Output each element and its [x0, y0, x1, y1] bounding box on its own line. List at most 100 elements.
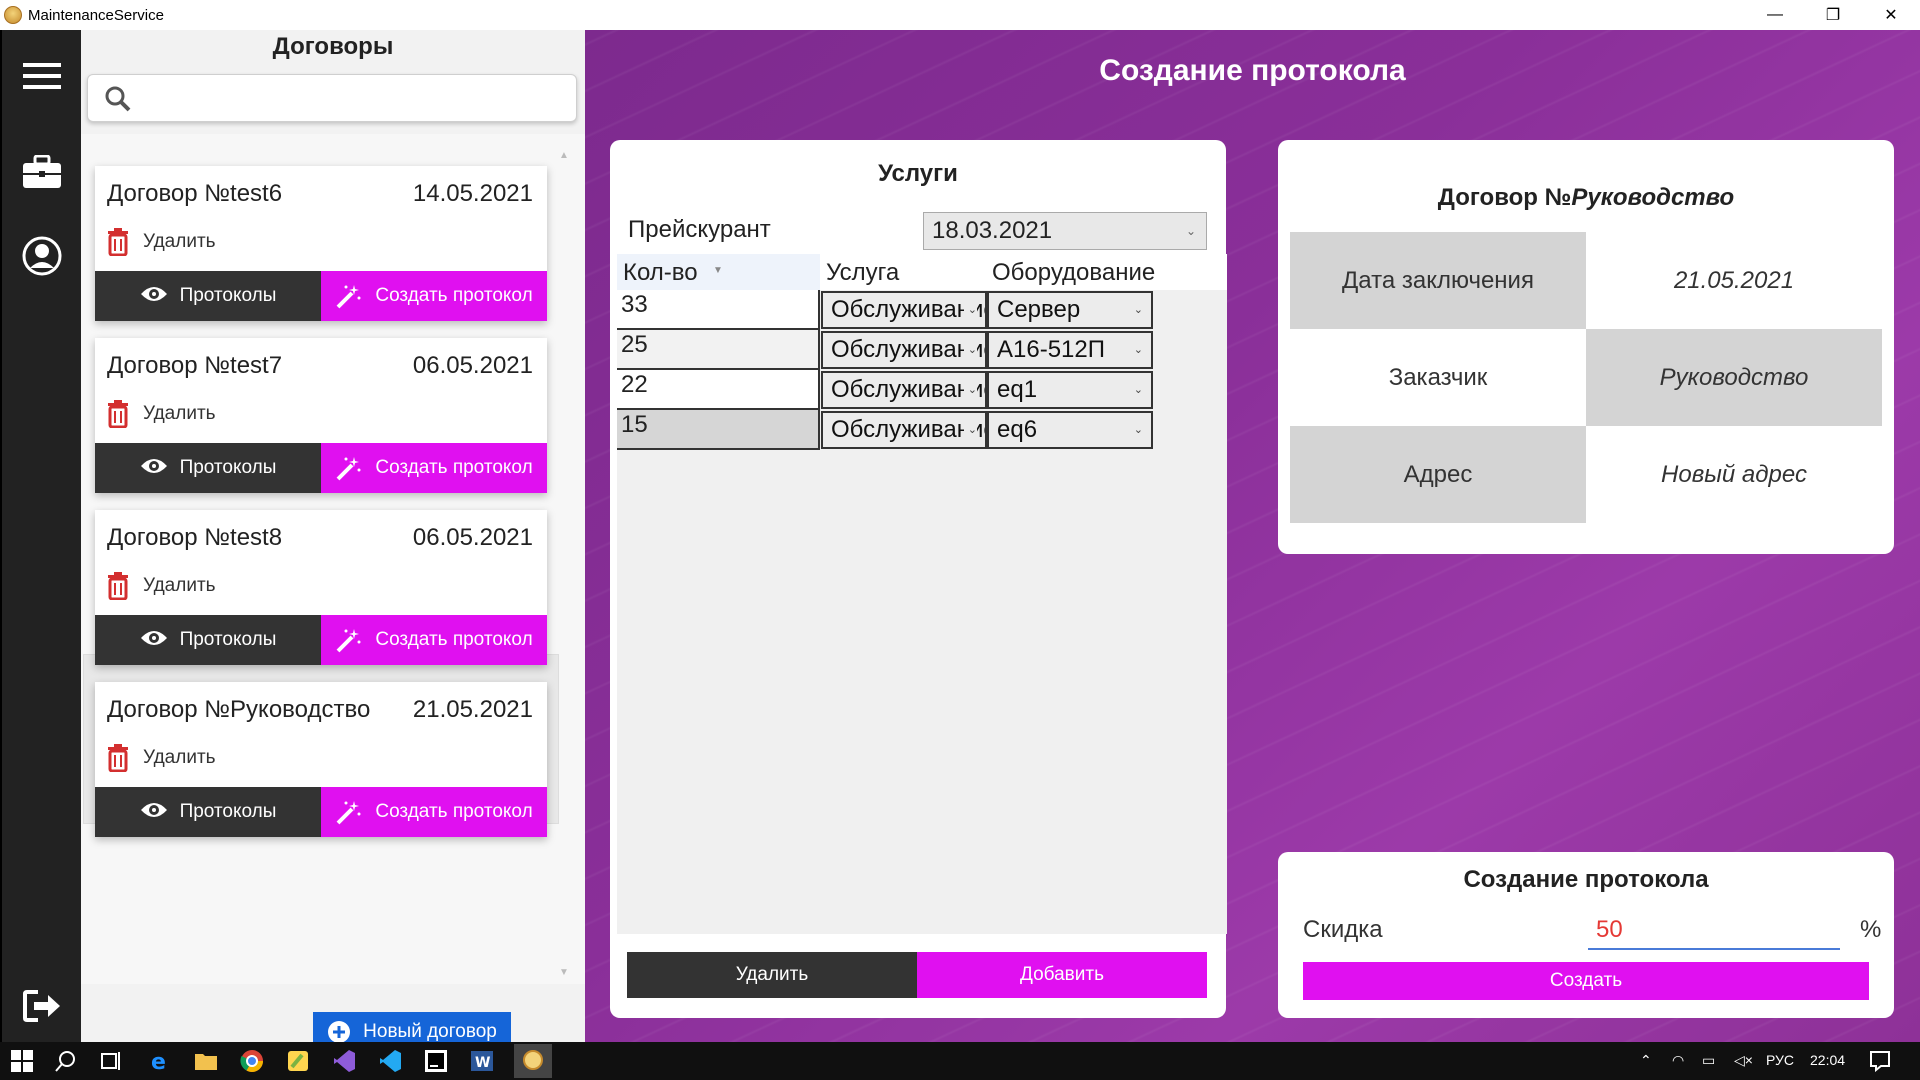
contract-date: 14.05.2021 [412, 180, 533, 207]
card-actions: Протоколы Создать протокол [95, 787, 547, 837]
card-actions: Протоколы Создать протокол [95, 443, 547, 493]
vscode-icon[interactable] [376, 1047, 404, 1075]
service-select[interactable]: Обслуживание ⌄ [821, 371, 987, 409]
sidebar [0, 30, 81, 1042]
create-protocol-button[interactable]: Создать протокол [321, 787, 547, 837]
paint-app-icon[interactable] [284, 1047, 312, 1075]
column-header-qty[interactable]: Кол-во ▼ [617, 254, 820, 290]
address-value: Новый адрес [1661, 460, 1807, 488]
contracts-title: Договоры [81, 30, 585, 64]
create-protocol-button[interactable]: Создать протокол [321, 615, 547, 665]
search-icon[interactable] [52, 1047, 80, 1075]
table-row-selected: 15 Обслуживание ⌄ eq6 ⌄ [617, 410, 1227, 450]
protocols-label: Протоколы [179, 285, 277, 306]
equipment-select[interactable]: eq6 ⌄ [987, 411, 1153, 449]
equipment-select[interactable]: eq1 ⌄ [987, 371, 1153, 409]
word-icon[interactable]: W [468, 1047, 496, 1075]
add-service-button[interactable]: Добавить [917, 952, 1207, 998]
language-indicator[interactable]: РУС [1766, 1052, 1794, 1068]
service-select[interactable]: Обслуживание ⌄ [821, 411, 987, 449]
create-button[interactable]: Создать [1303, 962, 1869, 1000]
contracts-scrollbar[interactable]: ▲ ▼ [557, 150, 571, 978]
customer-value: Руководство [1586, 329, 1882, 426]
new-contract-label: Новый договор [363, 1021, 497, 1042]
column-header-service[interactable]: Услуга [820, 254, 986, 290]
plus-circle-icon [327, 1020, 351, 1044]
task-view-icon[interactable] [96, 1047, 124, 1075]
protocols-button[interactable]: Протоколы [95, 615, 321, 665]
chevron-down-icon: ⌄ [1129, 293, 1143, 327]
service-select[interactable]: Обслуживание ⌄ [821, 291, 987, 329]
delete-label: Удалить [143, 575, 216, 596]
logout-icon[interactable] [20, 984, 64, 1028]
service-select[interactable]: Обслуживание ⌄ [821, 331, 987, 369]
customer-label: Заказчик [1388, 363, 1488, 391]
edge-browser-icon[interactable]: e [146, 1047, 174, 1075]
eye-icon [140, 284, 168, 308]
qty-cell[interactable]: 22 [617, 370, 820, 410]
price-list-select[interactable]: 18.03.2021 ⌄ [923, 212, 1207, 250]
delete-contract-button[interactable]: Удалить [105, 572, 216, 601]
create-protocol-button[interactable]: Создать протокол [321, 271, 547, 321]
chrome-icon[interactable] [238, 1047, 266, 1075]
clock[interactable]: 22:04 [1810, 1052, 1845, 1068]
jetbrains-icon[interactable] [422, 1047, 450, 1075]
delete-service-button[interactable]: Удалить [627, 952, 917, 998]
windows-start-icon[interactable] [8, 1047, 36, 1075]
search-input[interactable] [87, 74, 577, 122]
equipment-select[interactable]: Сервер ⌄ [987, 291, 1153, 329]
briefcase-icon[interactable] [20, 150, 64, 194]
chevron-down-icon: ⌄ [963, 373, 977, 407]
close-button[interactable]: ✕ [1862, 0, 1920, 30]
protocols-button[interactable]: Протоколы [95, 443, 321, 493]
qty-cell[interactable]: 25 [617, 330, 820, 370]
create-protocol-label: Создать протокол [375, 801, 533, 822]
wifi-icon[interactable]: ◠ [1672, 1052, 1684, 1069]
discount-input[interactable]: 50 [1588, 912, 1840, 950]
contract-date: 21.05.2021 [412, 696, 533, 723]
scroll-up-icon[interactable]: ▲ [557, 150, 571, 161]
protocols-button[interactable]: Протоколы [95, 271, 321, 321]
restore-button[interactable]: ❐ [1804, 0, 1862, 30]
magic-wand-icon [335, 800, 363, 825]
maintenance-service-app-icon[interactable] [514, 1044, 552, 1078]
services-card: Услуги Прейскурант 18.03.2021 ⌄ Кол-во ▼… [610, 140, 1227, 1018]
contract-info-name: Руководство [1571, 184, 1735, 211]
chevron-down-icon: ⌄ [963, 333, 977, 367]
delete-contract-button[interactable]: Удалить [105, 228, 216, 257]
table-row: 33 Обслуживание ⌄ Сервер ⌄ [617, 290, 1227, 330]
visual-studio-icon[interactable] [330, 1047, 358, 1075]
contract-title: Договор №test6 [107, 180, 283, 207]
protocols-label: Протоколы [179, 801, 277, 822]
create-protocol-button[interactable]: Создать протокол [321, 443, 547, 493]
user-icon[interactable] [20, 234, 64, 278]
file-explorer-icon[interactable] [192, 1047, 220, 1075]
contract-card-selected[interactable]: Договор №Руководство 21.05.2021 Удалить … [95, 682, 547, 837]
notifications-icon[interactable] [1866, 1047, 1894, 1075]
qty-cell[interactable]: 33 [617, 290, 820, 330]
protocols-button[interactable]: Протоколы [95, 787, 321, 837]
delete-label: Удалить [143, 747, 216, 768]
hamburger-icon[interactable] [20, 54, 64, 98]
equipment-value: Сервер [997, 296, 1081, 323]
chevron-up-icon[interactable]: ⌃ [1640, 1052, 1652, 1069]
contract-card[interactable]: Договор №test6 14.05.2021 Удалить Проток… [95, 166, 547, 321]
contract-title: Договор №Руководство [107, 696, 371, 723]
delete-contract-button[interactable]: Удалить [105, 744, 216, 773]
magic-wand-icon [335, 284, 363, 309]
battery-icon[interactable]: ▭ [1702, 1052, 1715, 1069]
scroll-down-icon[interactable]: ▼ [557, 967, 571, 978]
qty-cell[interactable]: 15 [617, 410, 820, 450]
minimize-button[interactable]: — [1746, 0, 1804, 30]
contract-card[interactable]: Договор №test7 06.05.2021 Удалить Проток… [95, 338, 547, 493]
contract-title: Договор №test8 [107, 524, 283, 551]
price-list-label: Прейскурант [628, 216, 771, 243]
equipment-select[interactable]: А16-512П ⌄ [987, 331, 1153, 369]
contract-card[interactable]: Договор №test8 06.05.2021 Удалить Проток… [95, 510, 547, 665]
column-header-label: Кол-во [623, 259, 698, 286]
column-header-equipment[interactable]: Оборудование [986, 254, 1227, 290]
taskbar: e W ⌃ ◠ ▭ ◁× РУС 22:04 [0, 1042, 1920, 1080]
create-protocol-card: Создание протокола Скидка 50 % Создать [1278, 852, 1894, 1018]
volume-muted-icon[interactable]: ◁× [1734, 1052, 1753, 1069]
delete-contract-button[interactable]: Удалить [105, 400, 216, 429]
